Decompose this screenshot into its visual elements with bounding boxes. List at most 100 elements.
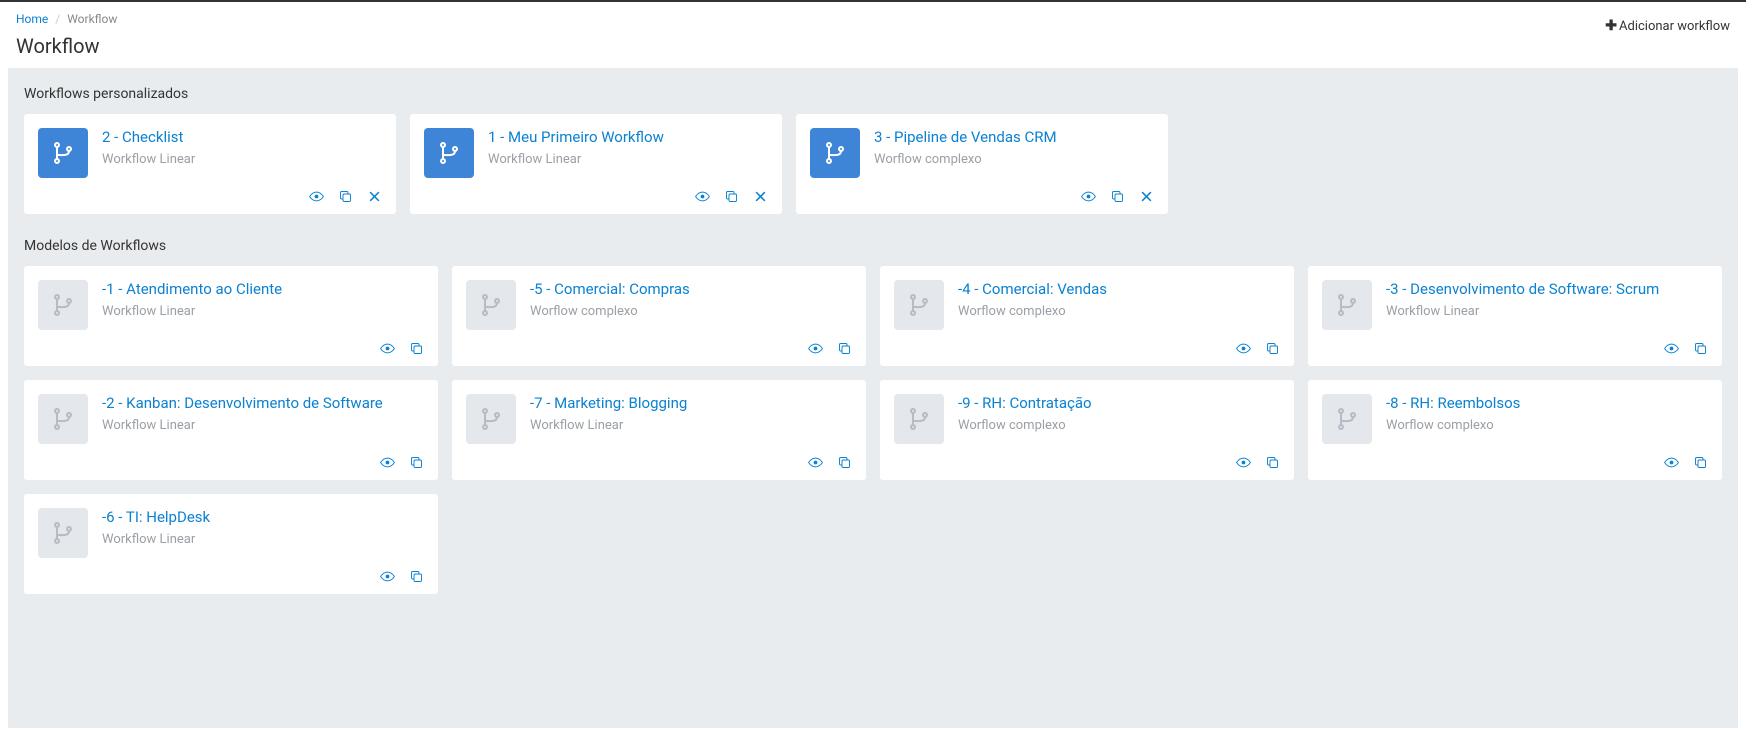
card-subtitle: Workflow Linear [488, 152, 768, 167]
copy-icon[interactable] [837, 341, 852, 356]
branch-icon [424, 128, 474, 178]
card-actions [894, 331, 1280, 356]
card-actions [38, 559, 424, 584]
card-title-link[interactable]: -9 - RH: Contratação [958, 394, 1280, 414]
view-icon[interactable] [380, 569, 395, 584]
view-icon[interactable] [1236, 341, 1251, 356]
workflow-card: -9 - RH: ContrataçãoWorflow complexo [880, 380, 1294, 480]
workflow-card: -3 - Desenvolvimento de Software: Scrum W… [1308, 266, 1722, 366]
breadcrumb-home-link[interactable]: Home [16, 12, 48, 26]
view-icon[interactable] [808, 455, 823, 470]
branch-icon [1322, 280, 1372, 330]
card-top: -6 - TI: HelpDesk Workflow Linear [38, 508, 424, 558]
copy-icon[interactable] [1693, 341, 1708, 356]
workflow-card: -2 - Kanban: Desenvolvimento de Software… [24, 380, 438, 480]
card-title-link[interactable]: -6 - TI: HelpDesk [102, 508, 424, 528]
card-text: -2 - Kanban: Desenvolvimento de Software… [102, 394, 424, 444]
branch-icon [38, 508, 88, 558]
card-subtitle: Workflow Linear [102, 418, 424, 433]
page-title: Workflow [16, 34, 1730, 58]
card-top: -8 - RH: Reembolsos Worflow complexo [1322, 394, 1708, 444]
template-workflows-row: -1 - Atendimento ao Cliente Workflow Line… [24, 266, 1722, 594]
custom-workflows-row: 2 - ChecklistWorkflow Linear1 - Meu Prim… [24, 114, 1722, 214]
branch-icon [38, 128, 88, 178]
card-title-link[interactable]: 2 - Checklist [102, 128, 382, 148]
view-icon[interactable] [309, 189, 324, 204]
card-title-link[interactable]: 3 - Pipeline de Vendas CRM [874, 128, 1154, 148]
branch-icon [38, 280, 88, 330]
copy-icon[interactable] [837, 455, 852, 470]
card-title-link[interactable]: -4 - Comercial: Vendas [958, 280, 1280, 300]
copy-icon[interactable] [409, 455, 424, 470]
card-actions [1322, 445, 1708, 470]
delete-icon[interactable] [1139, 189, 1154, 204]
custom-section-title: Workflows personalizados [24, 86, 1722, 102]
copy-icon[interactable] [1693, 455, 1708, 470]
content-area: Workflows personalizados 2 - ChecklistWo… [8, 68, 1738, 728]
card-subtitle: Worflow complexo [874, 152, 1154, 167]
card-subtitle: Worflow complexo [1386, 418, 1708, 433]
view-icon[interactable] [695, 189, 710, 204]
card-top: -9 - RH: ContrataçãoWorflow complexo [894, 394, 1280, 444]
copy-icon[interactable] [409, 341, 424, 356]
copy-icon[interactable] [1110, 189, 1125, 204]
card-subtitle: Workflow Linear [102, 304, 424, 319]
card-actions [38, 445, 424, 470]
card-top: -1 - Atendimento ao Cliente Workflow Line… [38, 280, 424, 330]
branch-icon [1322, 394, 1372, 444]
card-title-link[interactable]: -1 - Atendimento ao Cliente [102, 280, 424, 300]
view-icon[interactable] [1236, 455, 1251, 470]
card-actions [38, 331, 424, 356]
card-text: 3 - Pipeline de Vendas CRM Worflow comple… [874, 128, 1154, 178]
page-header: Home / Workflow Workflow ✚ Adicionar wor… [0, 2, 1746, 62]
view-icon[interactable] [808, 341, 823, 356]
card-text: -5 - Comercial: ComprasWorflow complexo [530, 280, 852, 330]
plus-icon: ✚ [1605, 18, 1617, 34]
delete-icon[interactable] [753, 189, 768, 204]
copy-icon[interactable] [409, 569, 424, 584]
breadcrumb: Home / Workflow [16, 12, 1730, 26]
branch-icon [466, 280, 516, 330]
templates-section-title: Modelos de Workflows [24, 238, 1722, 254]
branch-icon [894, 280, 944, 330]
add-workflow-button[interactable]: ✚ Adicionar workflow [1605, 18, 1730, 34]
branch-icon [810, 128, 860, 178]
workflow-card: -8 - RH: Reembolsos Worflow complexo [1308, 380, 1722, 480]
card-title-link[interactable]: -2 - Kanban: Desenvolvimento de Software [102, 394, 424, 414]
copy-icon[interactable] [338, 189, 353, 204]
copy-icon[interactable] [1265, 455, 1280, 470]
card-text: 2 - ChecklistWorkflow Linear [102, 128, 382, 178]
card-subtitle: Workflow Linear [102, 532, 424, 547]
view-icon[interactable] [1664, 341, 1679, 356]
breadcrumb-separator: / [55, 12, 60, 26]
view-icon[interactable] [380, 455, 395, 470]
card-title-link[interactable]: -5 - Comercial: Compras [530, 280, 852, 300]
card-top: 2 - ChecklistWorkflow Linear [38, 128, 382, 178]
card-title-link[interactable]: -3 - Desenvolvimento de Software: Scrum [1386, 280, 1708, 300]
card-subtitle: Workflow Linear [530, 418, 852, 433]
delete-icon[interactable] [367, 189, 382, 204]
breadcrumb-current: Workflow [67, 12, 117, 26]
workflow-card: 3 - Pipeline de Vendas CRM Worflow comple… [796, 114, 1168, 214]
card-actions [38, 179, 382, 204]
workflow-card: -7 - Marketing: Blogging Workflow Linear [452, 380, 866, 480]
card-text: -6 - TI: HelpDesk Workflow Linear [102, 508, 424, 558]
workflow-card: 2 - ChecklistWorkflow Linear [24, 114, 396, 214]
workflow-card: -1 - Atendimento ao Cliente Workflow Line… [24, 266, 438, 366]
workflow-card: 1 - Meu Primeiro Workflow Workflow Linear [410, 114, 782, 214]
card-title-link[interactable]: 1 - Meu Primeiro Workflow [488, 128, 768, 148]
card-title-link[interactable]: -8 - RH: Reembolsos [1386, 394, 1708, 414]
workflow-card: -4 - Comercial: VendasWorflow complexo [880, 266, 1294, 366]
card-top: 3 - Pipeline de Vendas CRM Worflow comple… [810, 128, 1154, 178]
card-text: -9 - RH: ContrataçãoWorflow complexo [958, 394, 1280, 444]
view-icon[interactable] [380, 341, 395, 356]
view-icon[interactable] [1081, 189, 1096, 204]
card-subtitle: Workflow Linear [1386, 304, 1708, 319]
card-actions [810, 179, 1154, 204]
view-icon[interactable] [1664, 455, 1679, 470]
copy-icon[interactable] [724, 189, 739, 204]
card-text: -3 - Desenvolvimento de Software: Scrum W… [1386, 280, 1708, 330]
card-title-link[interactable]: -7 - Marketing: Blogging [530, 394, 852, 414]
card-text: -1 - Atendimento ao Cliente Workflow Line… [102, 280, 424, 330]
copy-icon[interactable] [1265, 341, 1280, 356]
